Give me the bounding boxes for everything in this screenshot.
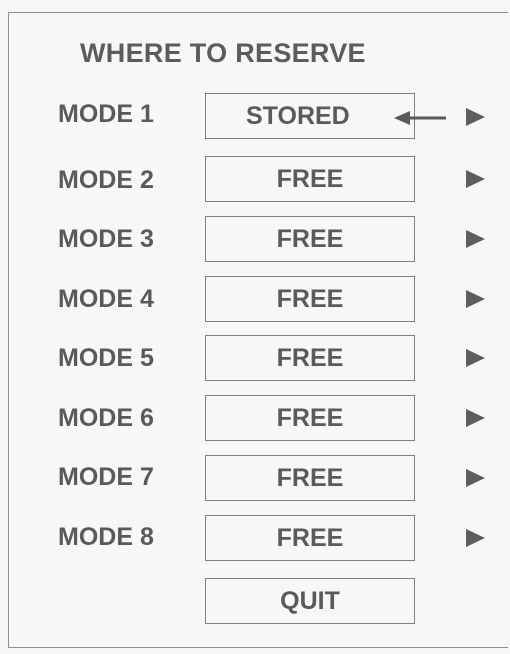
mode-4-play-triangle-icon[interactable]: [466, 290, 485, 308]
mode-6-play-triangle-icon[interactable]: [466, 409, 485, 427]
mode-1-label: MODE 1: [58, 100, 154, 128]
mode-2-play-triangle-icon[interactable]: [466, 170, 485, 188]
mode-2-slot-button[interactable]: FREE: [205, 156, 415, 202]
mode-7-play-triangle-icon[interactable]: [466, 469, 485, 487]
mode-7-slot-button[interactable]: FREE: [205, 455, 415, 501]
quit-button[interactable]: QUIT: [205, 578, 415, 624]
mode-8-label: MODE 8: [58, 523, 154, 551]
menu-title: WHERE TO RESERVE: [80, 38, 366, 68]
mode-6-slot-button[interactable]: FREE: [205, 395, 415, 441]
mode-7-label: MODE 7: [58, 463, 154, 491]
mode-1-play-triangle-icon[interactable]: [466, 108, 485, 126]
mode-2-label: MODE 2: [58, 166, 154, 194]
mode-8-play-triangle-icon[interactable]: [466, 529, 485, 547]
mode-4-slot-button[interactable]: FREE: [205, 276, 415, 322]
mode-8-slot-button[interactable]: FREE: [205, 515, 415, 561]
mode-3-play-triangle-icon[interactable]: [466, 230, 485, 248]
mode-4-label: MODE 4: [58, 285, 154, 313]
mode-5-play-triangle-icon[interactable]: [466, 349, 485, 367]
mode-6-label: MODE 6: [58, 404, 154, 432]
mode-1-slot-button[interactable]: STORED: [205, 93, 415, 139]
mode-5-label: MODE 5: [58, 344, 154, 372]
mode-5-slot-button[interactable]: FREE: [205, 335, 415, 381]
mode-3-label: MODE 3: [58, 225, 154, 253]
mode-3-slot-button[interactable]: FREE: [205, 216, 415, 262]
left-arrow-icon: [394, 111, 446, 125]
